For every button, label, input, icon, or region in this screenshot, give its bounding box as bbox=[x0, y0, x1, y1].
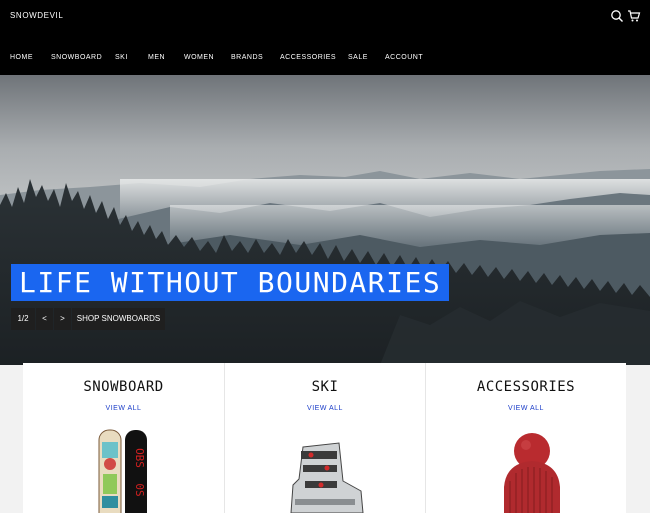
prev-slide-button[interactable]: < bbox=[36, 308, 53, 330]
next-slide-button[interactable]: > bbox=[54, 308, 71, 330]
category-grid: SNOWBOARD VIEW ALL OBS 0S SKI VIEW ALL A bbox=[23, 363, 626, 513]
category-card-snowboard[interactable]: SNOWBOARD VIEW ALL OBS 0S bbox=[23, 363, 224, 513]
nav-home[interactable]: HOME bbox=[10, 54, 33, 61]
nav-snowboard[interactable]: SNOWBOARD bbox=[51, 54, 102, 61]
site-header: SNOWDEVIL HOME SNOWBOARD SKI MEN WOMEN B… bbox=[0, 0, 650, 75]
cart-icon[interactable] bbox=[627, 9, 641, 23]
nav-ski[interactable]: SKI bbox=[115, 54, 128, 61]
svg-text:OBS: OBS bbox=[133, 448, 146, 468]
category-card-accessories[interactable]: ACCESSORIES VIEW ALL bbox=[425, 363, 626, 513]
view-all-link[interactable]: VIEW ALL bbox=[225, 405, 425, 412]
category-title: SKI bbox=[311, 379, 339, 395]
nav-account[interactable]: ACCOUNT bbox=[385, 54, 423, 61]
shop-snowboards-button[interactable]: SHOP SNOWBOARDS bbox=[72, 308, 165, 330]
svg-text:0S: 0S bbox=[133, 483, 146, 496]
beanie-image bbox=[504, 433, 560, 513]
category-card-ski[interactable]: SKI VIEW ALL bbox=[224, 363, 425, 513]
view-all-link[interactable]: VIEW ALL bbox=[426, 405, 626, 412]
hero-banner: LIFE WITHOUT BOUNDARIES 1/2 < > SHOP SNO… bbox=[0, 75, 650, 365]
search-icon[interactable] bbox=[610, 9, 624, 23]
nav-men[interactable]: MEN bbox=[148, 54, 165, 61]
nav-accessories[interactable]: ACCESSORIES bbox=[280, 54, 336, 61]
nav-sale[interactable]: SALE bbox=[348, 54, 368, 61]
view-all-link[interactable]: VIEW ALL bbox=[23, 405, 224, 412]
slide-counter: 1/2 bbox=[11, 308, 35, 330]
nav-women[interactable]: WOMEN bbox=[184, 54, 214, 61]
snowboard-image: OBS 0S bbox=[98, 429, 147, 513]
category-title: SNOWBOARD bbox=[83, 379, 164, 395]
site-logo[interactable]: SNOWDEVIL bbox=[10, 11, 63, 20]
nav-brands[interactable]: BRANDS bbox=[231, 54, 263, 61]
category-title: ACCESSORIES bbox=[476, 379, 576, 395]
ski-boot-image bbox=[290, 442, 364, 513]
hero-headline: LIFE WITHOUT BOUNDARIES bbox=[11, 264, 450, 301]
main-nav: HOME SNOWBOARD SKI MEN WOMEN BRANDS ACCE… bbox=[0, 54, 650, 66]
